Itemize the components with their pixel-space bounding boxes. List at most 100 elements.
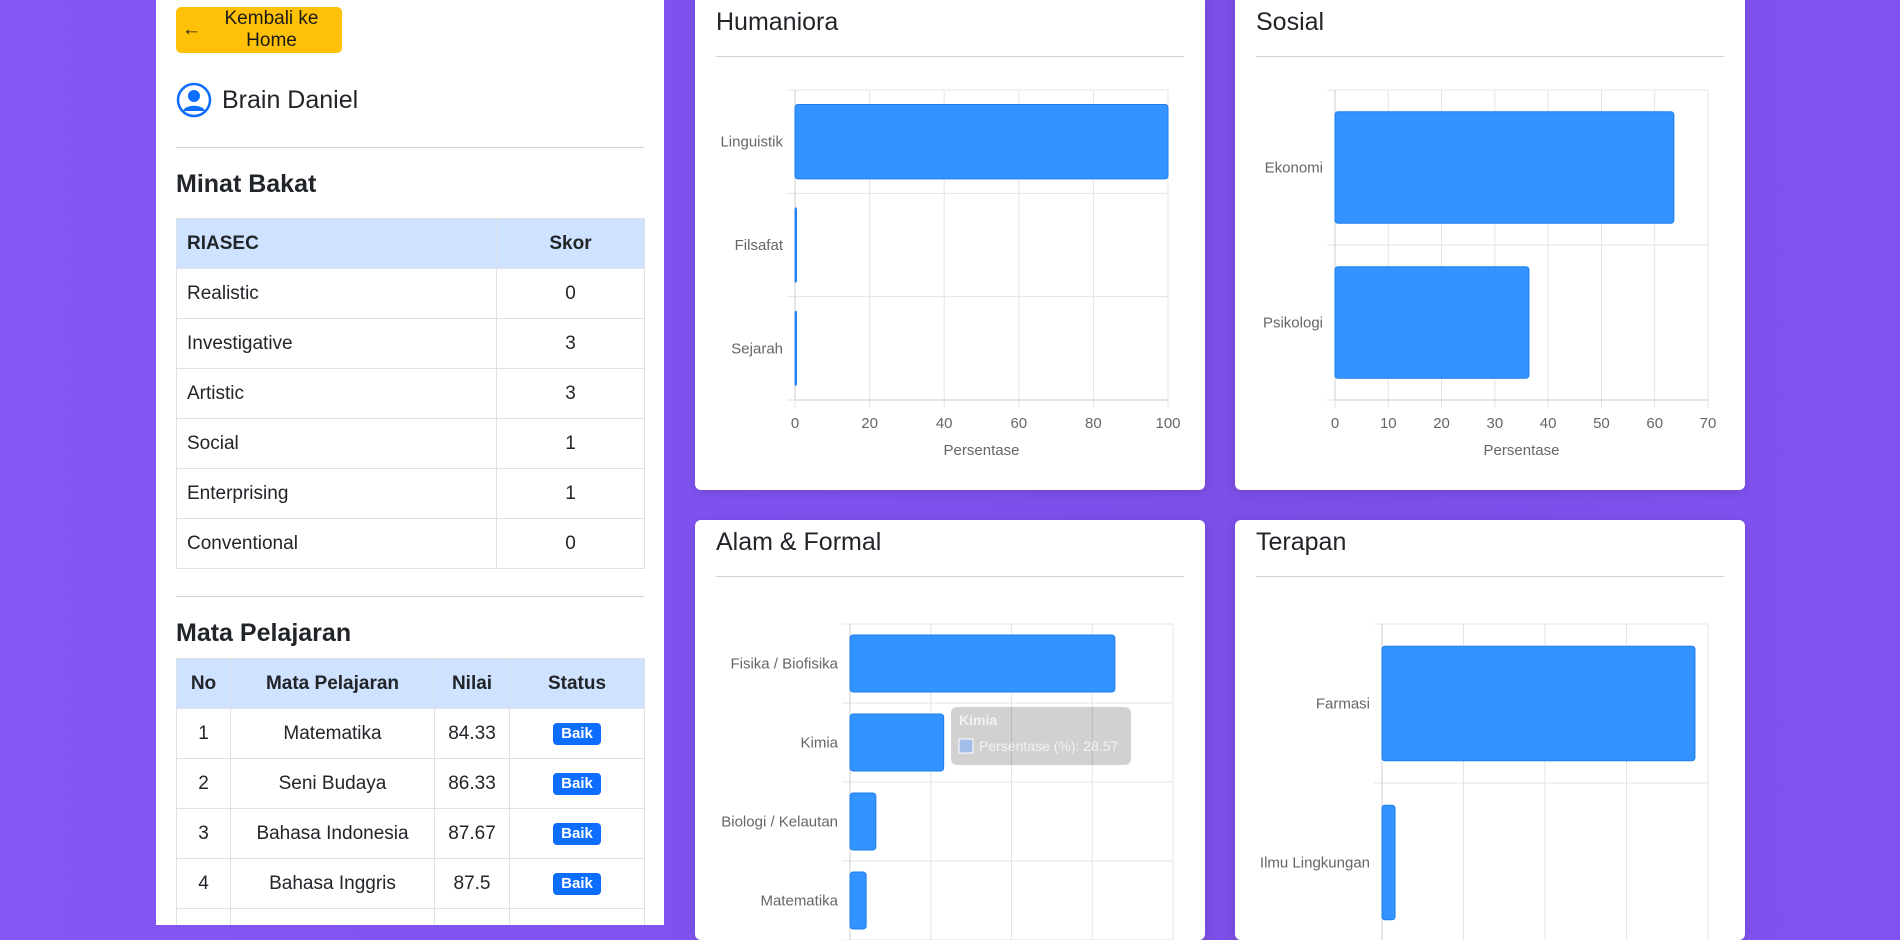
category-label: Psikologi <box>1263 315 1323 332</box>
table-header: Nilai <box>434 658 510 709</box>
tick-label: 40 <box>1540 415 1557 432</box>
tick-label: 0 <box>791 415 799 432</box>
subject-score: 87.5 <box>434 858 510 909</box>
tooltip-label: Persentase (%): 28.57 <box>979 738 1119 754</box>
bar <box>849 871 867 930</box>
sosial-chart: Ekonomi Psikologi 0 10 20 30 40 50 60 70 Persentas… <box>1263 89 1717 459</box>
bar <box>794 207 797 283</box>
table-header: No <box>176 658 231 709</box>
profile-panel: ← Kembali ke Home Brain Daniel Minat Bak… <box>156 0 664 925</box>
subject-name: Bahasa Inggris <box>230 858 435 909</box>
subject-no: 1 <box>176 708 231 759</box>
table-row: 3 Bahasa Indonesia 87.67 Baik <box>176 808 645 859</box>
riasec-table: RIASEC Skor Realistic 0 Investigative 3 Ar… <box>176 218 645 569</box>
status-badge: Baik <box>553 823 601 845</box>
bar <box>1334 266 1530 379</box>
back-home-label: Kembali ke Home <box>224 8 319 51</box>
subject-no: 3 <box>176 808 231 859</box>
table-row: Realistic 0 <box>176 268 645 319</box>
bar <box>1334 111 1675 224</box>
riasec-label: Enterprising <box>176 468 497 519</box>
tick-label: 10 <box>1380 415 1397 432</box>
bar <box>1381 645 1696 762</box>
status-badge: Baik <box>553 873 601 895</box>
riasec-label: Artistic <box>176 368 497 419</box>
subject-name: Bahasa Indonesia <box>230 808 435 859</box>
tick-label: 40 <box>936 415 953 432</box>
chart-card-terapan: Terapan Farmasi Ilmu Lingkungan <box>1235 520 1745 940</box>
bar <box>849 713 945 772</box>
chart-card-humaniora: Humaniora Linguistik Filsafat Sejarah 0 20 40… <box>695 0 1205 490</box>
subject-name: Seni Budaya <box>230 758 435 809</box>
subject-no: 4 <box>176 858 231 909</box>
user-circle-icon <box>176 82 212 118</box>
table-header: RIASEC <box>176 218 497 269</box>
subject-score: 87.67 <box>434 808 510 859</box>
minat-bakat-title: Minat Bakat <box>176 170 317 198</box>
humaniora-chart: Linguistik Filsafat Sejarah 0 20 40 60 80 100 Per… <box>720 89 1181 459</box>
category-label: Ilmu Lingkungan <box>1260 855 1370 872</box>
back-home-button[interactable]: ← Kembali ke Home <box>176 7 342 53</box>
riasec-score: 1 <box>496 468 645 519</box>
tick-label: 60 <box>1010 415 1027 432</box>
riasec-score: 1 <box>496 418 645 469</box>
table-header: Status <box>509 658 645 709</box>
mata-pelajaran-title: Mata Pelajaran <box>176 619 352 647</box>
subject-score: 86.33 <box>434 758 510 809</box>
bar <box>794 310 797 387</box>
terapan-chart: Farmasi Ilmu Lingkungan <box>1260 623 1709 940</box>
tick-label: 100 <box>1155 415 1180 432</box>
subject-no: 2 <box>176 758 231 809</box>
tick-label: 50 <box>1593 415 1610 432</box>
category-label: Linguistik <box>720 134 783 151</box>
user-header: Brain Daniel <box>176 82 358 118</box>
x-axis-title: Persentase <box>1484 442 1560 459</box>
bar <box>849 634 1116 693</box>
alam-formal-chart: Fisika / Biofisika Kimia Biologi / Kelauta… <box>721 623 1174 940</box>
tick-label: 30 <box>1487 415 1504 432</box>
riasec-label: Realistic <box>176 268 497 319</box>
tooltip-swatch <box>958 738 974 754</box>
x-axis-title: Persentase <box>944 442 1020 459</box>
tooltip-title: Kimia <box>959 712 997 728</box>
table-header: Mata Pelajaran <box>230 658 435 709</box>
category-label: Matematika <box>760 893 838 910</box>
category-label: Filsafat <box>735 237 784 254</box>
subject-score: 84.33 <box>434 708 510 759</box>
table-row: Conventional 0 <box>176 518 645 569</box>
bar <box>849 792 877 851</box>
divider <box>176 147 644 148</box>
table-row: Social 1 <box>176 418 645 469</box>
category-label: Sejarah <box>731 340 783 357</box>
status-badge: Baik <box>553 773 601 795</box>
tick-label: 80 <box>1085 415 1102 432</box>
user-name: Brain Daniel <box>222 85 359 114</box>
riasec-score: 3 <box>496 368 645 419</box>
mata-pelajaran-table: No Mata Pelajaran Nilai Status 1 Matemati… <box>176 658 645 925</box>
category-label: Biologi / Kelautan <box>721 814 838 831</box>
chart-card-alam-formal: Alam & Formal Fisika / Biofisika Kimia Bio… <box>695 520 1205 940</box>
table-row <box>176 908 645 925</box>
category-label: Kimia <box>800 735 838 752</box>
table-row: Artistic 3 <box>176 368 645 419</box>
tick-label: 70 <box>1700 415 1717 432</box>
category-label: Ekonomi <box>1265 160 1323 177</box>
tick-label: 20 <box>1433 415 1450 432</box>
back-arrow-icon: ← <box>182 19 201 40</box>
riasec-label: Social <box>176 418 497 469</box>
bar <box>794 103 1169 180</box>
bar <box>1381 804 1396 921</box>
tick-label: 20 <box>861 415 878 432</box>
status-badge: Baik <box>553 723 601 745</box>
divider <box>176 596 644 597</box>
table-row: 2 Seni Budaya 86.33 Baik <box>176 758 645 809</box>
riasec-label: Conventional <box>176 518 497 569</box>
table-row: Investigative 3 <box>176 318 645 369</box>
riasec-score: 0 <box>496 518 645 569</box>
table-row: Enterprising 1 <box>176 468 645 519</box>
riasec-score: 3 <box>496 318 645 369</box>
chart-card-sosial: Sosial Ekonomi Psikologi 0 10 20 30 40 50 60 70 Pe… <box>1235 0 1745 490</box>
category-label: Farmasi <box>1316 696 1370 713</box>
table-row: 1 Matematika 84.33 Baik <box>176 708 645 759</box>
riasec-score: 0 <box>496 268 645 319</box>
